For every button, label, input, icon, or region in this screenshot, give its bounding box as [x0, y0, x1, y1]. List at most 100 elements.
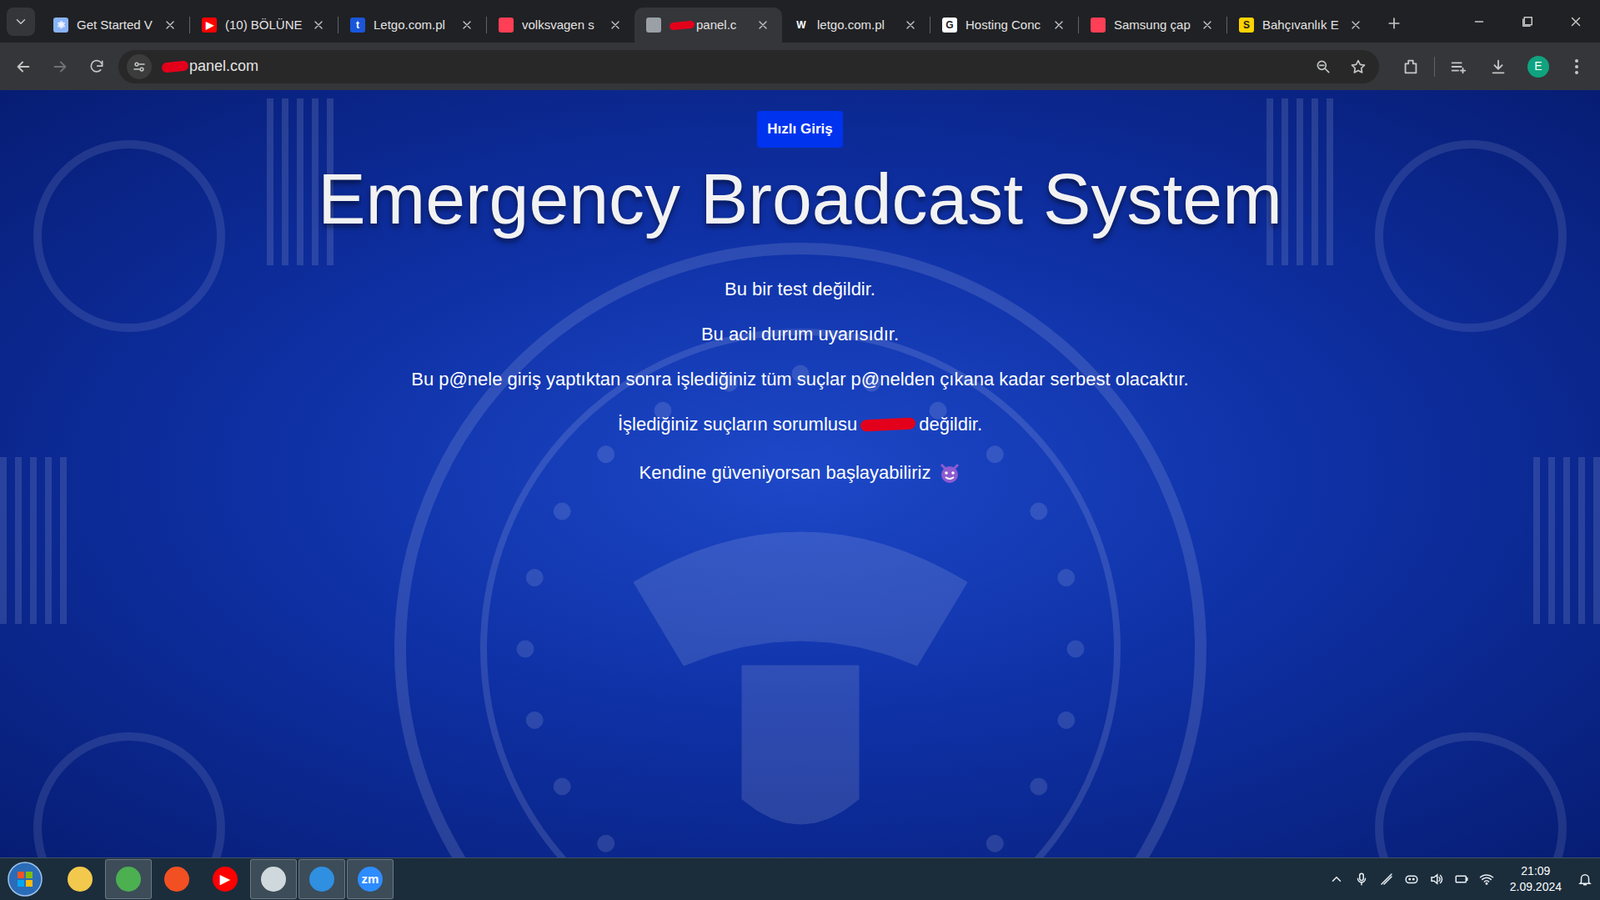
tab[interactable]: SBahçıvanlık E	[1227, 7, 1375, 43]
chrome-icon	[115, 866, 141, 892]
stripe	[1548, 456, 1555, 624]
menu-icon[interactable]	[1561, 51, 1592, 82]
close-tab-icon[interactable]	[162, 17, 178, 33]
tab[interactable]: ▶(10) BÖLÜNE	[190, 7, 338, 43]
address-bar[interactable]: panel.com	[118, 50, 1380, 84]
taskbar-app[interactable]	[298, 858, 346, 899]
tab-title: panel.c	[669, 15, 748, 36]
tab[interactable]: GHosting Conc	[930, 7, 1079, 43]
clock[interactable]: 21:092.09.2024	[1503, 862, 1569, 895]
title: Emergency Broadcast System	[317, 155, 1283, 242]
stripe	[1578, 456, 1585, 624]
stripe	[296, 98, 304, 266]
stripe	[1326, 98, 1334, 266]
stripe	[281, 98, 289, 266]
tab[interactable]: Samsung çap	[1078, 7, 1227, 43]
tab-separator	[929, 16, 931, 34]
restore-icon[interactable]	[1503, 0, 1552, 43]
tab-strip: ⚛Get Started V▶(10) BÖLÜNE t Letgo.com.pl v…	[0, 0, 1600, 43]
stripe	[1563, 456, 1570, 624]
tab-title: volksvagen s	[521, 15, 600, 36]
tab[interactable]: panel.c	[634, 7, 783, 43]
stripe	[15, 456, 22, 624]
start-button[interactable]	[0, 857, 51, 900]
close-tab-icon[interactable]	[310, 17, 327, 33]
close-tab-icon[interactable]	[607, 17, 623, 33]
message-line: Bu p@nele giriş yaptıktan sonra işlediği…	[411, 368, 1189, 391]
close-tab-icon[interactable]	[902, 17, 918, 33]
close-tab-icon[interactable]	[1348, 17, 1364, 33]
content: Hızlı Giriş Emergency Broadcast System Bu …	[0, 90, 1600, 484]
close-tab-icon[interactable]	[1199, 17, 1215, 33]
taskbar: ▶ zm 21:092.09.2024	[0, 857, 1600, 900]
zoom-out-icon[interactable]	[1310, 54, 1336, 80]
taskbar-app[interactable]	[105, 858, 152, 899]
download-icon[interactable]	[1481, 50, 1515, 84]
tab[interactable]: ⚛Get Started V	[41, 7, 190, 43]
stripe	[1311, 98, 1319, 266]
taskbar-app[interactable]: zm	[346, 858, 394, 899]
forward-icon[interactable]	[45, 51, 76, 82]
stripe	[45, 456, 52, 624]
tray-expand-icon[interactable]	[1328, 870, 1345, 888]
tab-separator	[486, 16, 487, 34]
volume-icon[interactable]	[1428, 870, 1445, 888]
taskbar-app[interactable]	[56, 858, 104, 899]
redaction	[160, 60, 189, 73]
extensions-icon[interactable]	[1394, 50, 1428, 84]
url: panel.com	[161, 55, 1301, 78]
tab-title: Letgo.com.pl	[373, 15, 452, 36]
taskbar-app[interactable]	[250, 858, 297, 899]
stripes-left	[0, 456, 67, 624]
explorer-icon	[67, 866, 93, 892]
favicon-icon: t	[350, 17, 366, 33]
toolbar: panel.com E	[0, 42, 1600, 91]
message: Bu bir test değildir.Bu acil durum uyarı…	[411, 278, 1189, 484]
tab-title: Get Started V	[76, 15, 155, 36]
tab-title: Samsung çap	[1113, 15, 1192, 36]
back-icon[interactable]	[8, 51, 39, 82]
close-window-icon[interactable]	[1551, 0, 1600, 43]
profile-avatar[interactable]: E	[1527, 55, 1550, 78]
redaction	[669, 20, 695, 31]
tab[interactable]: Wletgo.com.pl	[782, 7, 930, 43]
battery-icon[interactable]	[1453, 870, 1470, 888]
notification-bell-icon[interactable]	[1576, 870, 1594, 888]
devil-icon	[938, 461, 961, 484]
clock-mark-right-bottom	[1374, 732, 1567, 858]
tab-separator	[337, 16, 339, 34]
close-tab-icon[interactable]	[1051, 17, 1067, 33]
site-info-icon[interactable]	[126, 54, 152, 80]
bookmark-star-icon[interactable]	[1345, 54, 1371, 80]
responsibility-line: İşlediğiniz suçların sorumlusudeğildir.	[617, 413, 983, 436]
discord-icon[interactable]	[1403, 870, 1420, 888]
quick-login-button[interactable]: Hızlı Giriş	[757, 110, 843, 148]
wifi-icon[interactable]	[1478, 870, 1495, 888]
minimize-icon[interactable]	[1454, 0, 1504, 43]
clock-mark-right-top	[1374, 140, 1567, 332]
message-line: Bu acil durum uyarısıdır.	[701, 323, 899, 346]
zoom-icon: zm	[357, 866, 383, 892]
media-icon[interactable]	[1441, 50, 1475, 84]
closing-line: Kendine güveniyorsan başlayabiliriz	[639, 461, 962, 484]
favicon-icon: W	[793, 17, 809, 33]
obs-icon	[260, 866, 286, 892]
tab-search-icon[interactable]	[6, 7, 36, 36]
new-tab-icon[interactable]	[1379, 9, 1409, 38]
tab-separator	[189, 16, 191, 34]
taskbar-app[interactable]: ▶	[201, 858, 249, 899]
stripe	[311, 98, 319, 266]
tab-title: Bahçıvanlık E	[1262, 15, 1340, 36]
taskbar-app[interactable]	[153, 858, 201, 899]
stripes-right	[1533, 456, 1600, 624]
tab-title: letgo.com.pl	[817, 15, 895, 36]
stripe	[1281, 98, 1289, 266]
reload-icon[interactable]	[81, 51, 112, 82]
stripe	[1533, 456, 1540, 624]
tab[interactable]: t Letgo.com.pl	[338, 7, 487, 43]
close-tab-icon[interactable]	[755, 17, 771, 33]
tab[interactable]: volksvagen s	[486, 7, 635, 43]
pen-icon[interactable]	[1378, 870, 1395, 888]
microphone-icon[interactable]	[1353, 870, 1370, 888]
close-tab-icon[interactable]	[459, 17, 475, 33]
